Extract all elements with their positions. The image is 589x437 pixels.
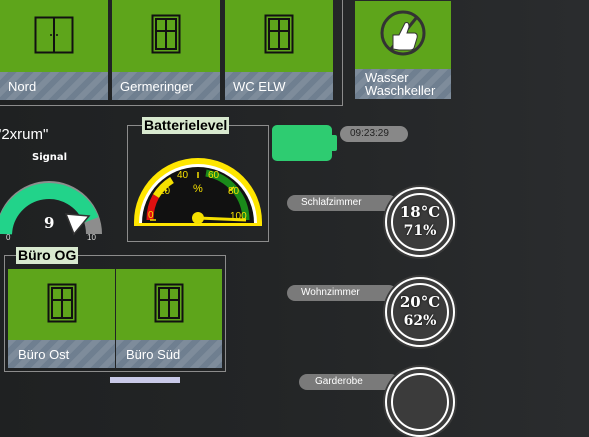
- temperature-value: 18°C: [399, 203, 441, 221]
- climate-gauge-garderobe[interactable]: [385, 367, 455, 437]
- humidity-value: 62%: [403, 313, 437, 329]
- thumbs-up-icon: [380, 10, 426, 56]
- tile-label: Büro Süd: [116, 340, 222, 368]
- battery-title: Batterielevel: [142, 117, 230, 134]
- battery-icon: [272, 125, 332, 161]
- window-icon: [264, 14, 294, 54]
- window-icon: [154, 283, 184, 323]
- humidity-value: 71%: [403, 223, 437, 239]
- tile-label: Nord: [0, 72, 108, 100]
- partial-bottom-tag: [110, 377, 180, 383]
- climate-gauge-wohnzimmer[interactable]: 20°C 62%: [385, 277, 455, 347]
- signal-title: Signal: [32, 152, 68, 163]
- tile-buero-ost[interactable]: Büro Ost: [8, 269, 115, 368]
- tile-label: Germeringer: [112, 72, 220, 100]
- time-badge: 09:23:29: [340, 126, 408, 142]
- battery-tick-0: 0: [148, 210, 154, 221]
- climate-room-wohnzimmer: Wohnzimmer: [287, 285, 397, 301]
- window-icon: [34, 16, 74, 54]
- climate-room-garderobe: Garderobe: [299, 374, 399, 390]
- signal-max: 10: [87, 233, 96, 242]
- window-icon: [47, 283, 76, 323]
- tile-label: Wasser Waschkeller: [355, 69, 451, 99]
- signal-min: 0: [6, 233, 11, 242]
- tile-label-line2: Waschkeller: [365, 83, 436, 98]
- climate-gauge-schlafzimmer[interactable]: 18°C 71%: [385, 187, 455, 257]
- gauge-ring: [391, 373, 449, 431]
- signal-value: 9: [44, 214, 55, 232]
- battery-tick-100: 100: [230, 211, 247, 222]
- tile-wasser-waschkeller[interactable]: Wasser Waschkeller: [355, 1, 451, 99]
- battery-tick-80: 80: [228, 186, 240, 197]
- tile-nord[interactable]: Nord: [0, 0, 108, 100]
- buero-og-title: Büro OG: [16, 247, 79, 264]
- window-icon: [151, 14, 181, 54]
- climate-room-schlafzimmer: Schlafzimmer: [287, 195, 397, 211]
- battery-tick-60: 60: [208, 170, 220, 181]
- battery-unit: %: [193, 183, 203, 195]
- gauge-ring: [391, 193, 449, 251]
- tile-wc-elw[interactable]: WC ELW: [225, 0, 333, 100]
- tile-germeringer[interactable]: Germeringer: [112, 0, 220, 100]
- temperature-value: 20°C: [399, 293, 441, 311]
- tile-label: Büro Ost: [8, 340, 115, 368]
- tile-buero-sued[interactable]: Büro Süd: [116, 269, 222, 368]
- battery-tick-20: 20: [159, 186, 171, 197]
- tile-label: WC ELW: [225, 72, 333, 100]
- room-name: "2xrum": [0, 126, 49, 143]
- gauge-ring: [391, 283, 449, 341]
- battery-tick-40: 40: [177, 170, 189, 181]
- battery-terminal: [332, 135, 337, 151]
